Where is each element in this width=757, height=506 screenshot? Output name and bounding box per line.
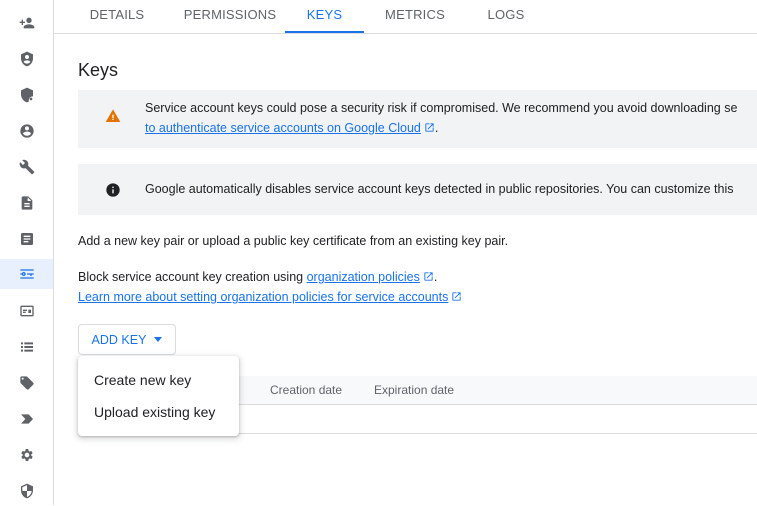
warning-text: Service account keys could pose a securi…	[145, 98, 757, 138]
shield-icon[interactable]	[0, 44, 53, 74]
tab-logs[interactable]: LOGS	[480, 0, 532, 33]
add-key-button[interactable]: ADD KEY	[78, 324, 176, 355]
tab-keys[interactable]: KEYS	[285, 0, 364, 33]
warning-callout: Service account keys could pose a securi…	[78, 90, 757, 148]
info-icon	[106, 183, 120, 197]
id-card-icon[interactable]	[0, 296, 53, 326]
authenticate-service-accounts-link[interactable]: to authenticate service accounts on Goog…	[145, 121, 421, 135]
block-prefix: Block service account key creation using	[78, 270, 307, 284]
document-icon[interactable]	[0, 188, 53, 218]
column-creation-date[interactable]: Creation date	[270, 383, 342, 397]
tab-permissions[interactable]: PERMISSIONS	[167, 0, 293, 33]
block-creation-text: Block service account key creation using…	[78, 270, 437, 284]
warning-icon	[105, 109, 121, 122]
external-link-icon	[424, 119, 435, 132]
warning-period: .	[434, 121, 439, 135]
left-nav-rail	[0, 0, 54, 505]
account-circle-icon[interactable]	[0, 116, 53, 146]
article-icon[interactable]	[0, 224, 53, 254]
add-key-description: Add a new key pair or upload a public ke…	[78, 234, 509, 248]
tab-metrics[interactable]: METRICS	[379, 0, 451, 33]
list-icon[interactable]	[0, 332, 53, 362]
wrench-icon[interactable]	[0, 152, 53, 182]
key-icon[interactable]	[0, 259, 53, 289]
tag-icon[interactable]	[0, 368, 53, 398]
page-title: Keys	[78, 60, 119, 80]
shield-settings-icon[interactable]	[0, 80, 53, 110]
warning-line1: Service account keys could pose a securi…	[145, 101, 738, 115]
person-add-icon[interactable]	[0, 8, 53, 38]
external-link-icon	[451, 291, 462, 302]
menu-item-create-new-key[interactable]: Create new key	[78, 364, 239, 396]
external-link-icon	[423, 271, 434, 282]
dropdown-caret-icon	[154, 337, 163, 342]
block-suffix: .	[433, 270, 438, 284]
info-callout: Google automatically disables service ac…	[78, 164, 757, 215]
tab-bar: DETAILS PERMISSIONS KEYS METRICS LOGS	[54, 0, 757, 34]
gear-icon[interactable]	[0, 440, 53, 470]
learn-more-org-policies-link[interactable]: Learn more about setting organization po…	[78, 290, 448, 304]
add-key-label: ADD KEY	[91, 332, 147, 347]
tab-details[interactable]: DETAILS	[78, 0, 156, 33]
learn-more-line: Learn more about setting organization po…	[78, 290, 462, 304]
menu-item-upload-existing-key[interactable]: Upload existing key	[78, 396, 239, 428]
add-key-dropdown-menu: Create new key Upload existing key	[78, 356, 239, 436]
security-icon[interactable]	[0, 476, 53, 506]
column-expiration-date[interactable]: Expiration date	[374, 383, 454, 397]
label-arrow-icon[interactable]	[0, 404, 53, 434]
info-text: Google automatically disables service ac…	[145, 182, 734, 196]
organization-policies-link[interactable]: organization policies	[307, 270, 420, 284]
